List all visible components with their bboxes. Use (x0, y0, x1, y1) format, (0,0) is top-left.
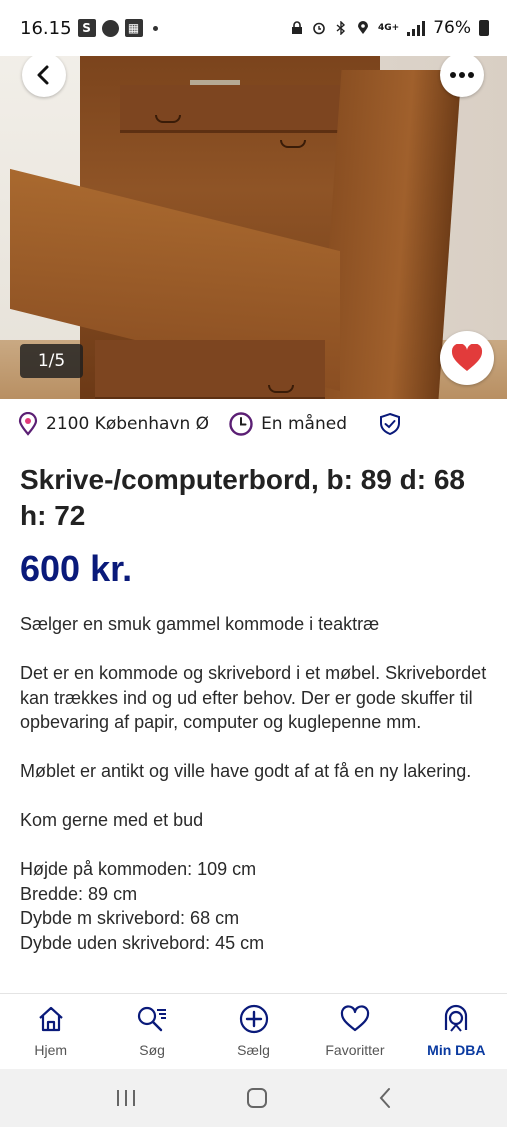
system-navigation-bar (0, 1069, 507, 1127)
home-square-icon[interactable] (246, 1087, 268, 1109)
nav-item-favorites[interactable]: Favoritter (304, 994, 405, 1069)
description-paragraph: Kom gerne med et bud (20, 810, 204, 830)
s-app-icon: S (77, 19, 96, 37)
add-circle-icon (239, 1004, 268, 1034)
notification-dot-icon (152, 25, 158, 31)
listing-meta: 2100 København Ø En måned (18, 412, 421, 436)
heart-icon (340, 1005, 370, 1032)
shield-check-icon (379, 412, 400, 436)
system-back-icon[interactable] (377, 1087, 393, 1109)
heart-filled-icon (451, 344, 483, 371)
dimension-line: Dybde m skrivebord: 68 cm (20, 908, 240, 928)
status-bar-left: 16.15 S ▦ (20, 18, 158, 39)
location-status-icon (358, 21, 368, 34)
nav-item-search[interactable]: Søg (101, 994, 202, 1069)
image-counter: 1/5 (20, 344, 83, 378)
favorite-button[interactable] (440, 331, 494, 385)
location-pin-icon (18, 412, 38, 436)
nav-label-home: Hjem (34, 1042, 68, 1058)
description-paragraph: Sælger en smuk gammel kommode i teaktræ (20, 614, 380, 634)
age-text: En måned (261, 414, 347, 434)
photo-handle (155, 115, 181, 123)
more-options-button[interactable] (440, 53, 484, 97)
photo-handle (268, 385, 294, 393)
nav-label-favorites: Favoritter (325, 1042, 385, 1058)
listing-title: Skrive-/computerbord, b: 89 d: 68 h: 72 (20, 464, 465, 531)
status-time: 16.15 (20, 17, 72, 39)
photo-drawer-top (120, 85, 350, 133)
listing-description: Sælger en smuk gammel kommode i teaktræ … (20, 612, 490, 992)
nav-label-my-dba: Min DBA (427, 1042, 486, 1058)
alarm-icon (313, 22, 325, 35)
clock-icon (229, 412, 253, 436)
back-button[interactable] (22, 53, 66, 97)
home-icon (38, 1006, 63, 1032)
signal-icon (407, 20, 426, 36)
dimension-line: Bredde: 89 cm (20, 883, 138, 904)
nav-label-search: Søg (139, 1042, 165, 1058)
status-bar: 16.15 S ▦ 4G+ 76% (0, 0, 507, 56)
bottom-navigation: Hjem Søg Sælg Favoritter Min DBA (0, 993, 507, 1069)
lock-icon (292, 21, 302, 34)
bluetooth-icon (336, 21, 346, 35)
nav-item-my-dba[interactable]: Min DBA (406, 994, 507, 1069)
photo-handle (280, 140, 306, 148)
chevron-left-icon (37, 65, 49, 85)
battery-percent: 76% (433, 18, 471, 38)
nav-item-home[interactable]: Hjem (0, 994, 101, 1069)
battery-icon (479, 20, 489, 36)
description-paragraph: Det er en kommode og skrivebord i et møb… (20, 663, 487, 732)
nav-item-sell[interactable]: Sælg (203, 994, 304, 1069)
search-icon (138, 1006, 167, 1032)
description-paragraph: Møblet er antikt og ville have godt af a… (20, 761, 472, 781)
profile-icon (445, 1004, 468, 1032)
age-item: En måned (229, 412, 347, 436)
listing-price: 600 kr. (20, 548, 133, 589)
face-app-icon (101, 19, 119, 37)
recent-apps-icon[interactable] (115, 1088, 137, 1108)
dimension-line: Højde på kommoden: 109 cm (20, 859, 257, 879)
qr-app-icon: ▦ (124, 19, 143, 37)
location-text: 2100 København Ø (46, 414, 210, 434)
network-4g-icon: 4G+ (378, 22, 400, 33)
status-bar-right: 4G+ 76% (290, 18, 489, 38)
nav-label-sell: Sælg (237, 1042, 270, 1058)
secure-item[interactable] (379, 412, 401, 436)
more-dots-icon (450, 72, 474, 78)
location-item: 2100 København Ø (18, 412, 209, 436)
dimension-line: Dybde uden skrivebord: 45 cm (20, 932, 265, 953)
